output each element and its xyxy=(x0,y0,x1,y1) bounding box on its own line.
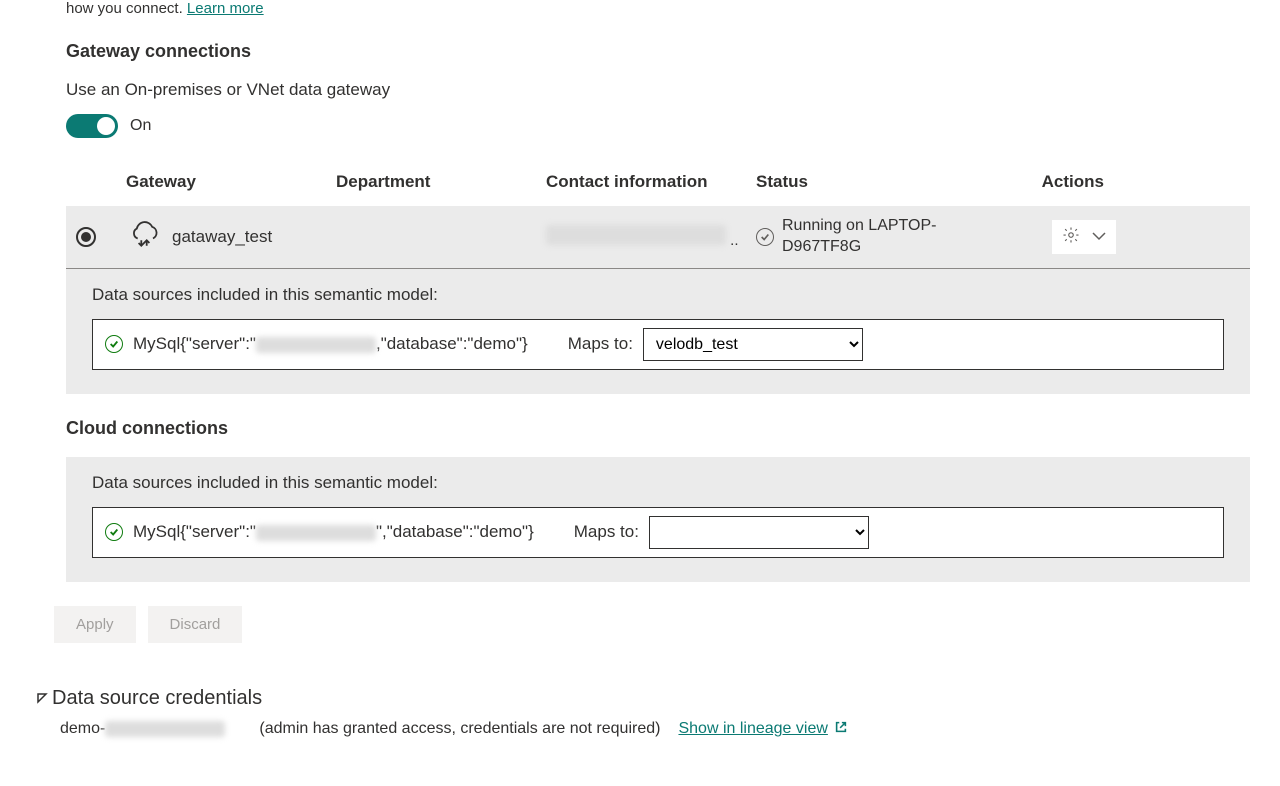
server-redacted xyxy=(256,337,376,353)
cloud-ds-title: Data sources included in this semantic m… xyxy=(92,473,1224,493)
creds-name-redacted xyxy=(105,721,225,737)
collapse-icon[interactable] xyxy=(36,687,48,710)
gateway-name: gataway_test xyxy=(172,227,272,247)
col-actions: Actions xyxy=(1006,172,1136,192)
cloud-maps-select[interactable] xyxy=(649,516,869,549)
gateway-maps-select[interactable]: velodb_test xyxy=(643,328,863,361)
cloud-connections-section: Cloud connections Data sources included … xyxy=(66,418,1250,582)
cloud-ds-source: MySql{"server":"","database":"demo"} xyxy=(133,522,534,542)
gateway-subtitle: Use an On-premises or VNet data gateway xyxy=(66,80,1250,100)
external-link-icon xyxy=(834,720,848,739)
gateway-connections-section: Gateway connections Use an On-premises o… xyxy=(66,41,1250,394)
creds-note: (admin has granted access, credentials a… xyxy=(259,720,660,738)
server-redacted xyxy=(256,525,376,541)
gateway-toggle[interactable] xyxy=(66,114,118,138)
maps-to-label: Maps to: xyxy=(574,522,639,542)
gateway-ds-row: MySql{"server":","database":"demo"} Maps… xyxy=(92,319,1224,370)
intro-text: how you connect. Learn more xyxy=(66,0,1250,17)
gateway-icon xyxy=(126,219,162,254)
col-gateway: Gateway xyxy=(126,172,336,192)
success-check-icon xyxy=(105,523,123,541)
gear-icon[interactable] xyxy=(1062,226,1080,248)
gateway-radio[interactable] xyxy=(76,227,96,247)
learn-more-link[interactable]: Learn more xyxy=(187,0,264,17)
gateway-datasources-panel: Data sources included in this semantic m… xyxy=(66,269,1250,394)
intro-prefix: how you connect. xyxy=(66,0,183,17)
gateway-table-header: Gateway Department Contact information S… xyxy=(66,164,1250,206)
status-ok-icon xyxy=(756,228,774,246)
col-department: Department xyxy=(336,172,546,192)
gateway-status: Running on LAPTOP-D967TF8G xyxy=(782,216,1006,258)
gateway-toggle-label: On xyxy=(130,117,151,135)
cloud-ds-row: MySql{"server":"","database":"demo"} Map… xyxy=(92,507,1224,558)
col-status: Status xyxy=(756,172,1006,192)
success-check-icon xyxy=(105,335,123,353)
chevron-down-icon[interactable] xyxy=(1092,228,1106,245)
gateway-title: Gateway connections xyxy=(66,41,1250,62)
apply-button[interactable]: Apply xyxy=(54,606,136,643)
gateway-ds-title: Data sources included in this semantic m… xyxy=(92,285,1224,305)
gateway-ds-source: MySql{"server":","database":"demo"} xyxy=(133,334,528,354)
maps-to-label: Maps to: xyxy=(568,334,633,354)
lineage-link[interactable]: Show in lineage view xyxy=(678,720,847,739)
col-contact: Contact information xyxy=(546,172,756,192)
cloud-datasources-panel: Data sources included in this semantic m… xyxy=(66,457,1250,582)
credentials-title: Data source credentials xyxy=(52,687,262,710)
credentials-section: Data source credentials demo- (admin has… xyxy=(36,687,1250,739)
cloud-title: Cloud connections xyxy=(66,418,1250,439)
contact-redacted xyxy=(546,225,726,245)
creds-name: demo- xyxy=(60,720,225,738)
gateway-row: gataway_test .. Running on LAPTOP-D967TF… xyxy=(66,206,1250,269)
discard-button[interactable]: Discard xyxy=(148,606,243,643)
